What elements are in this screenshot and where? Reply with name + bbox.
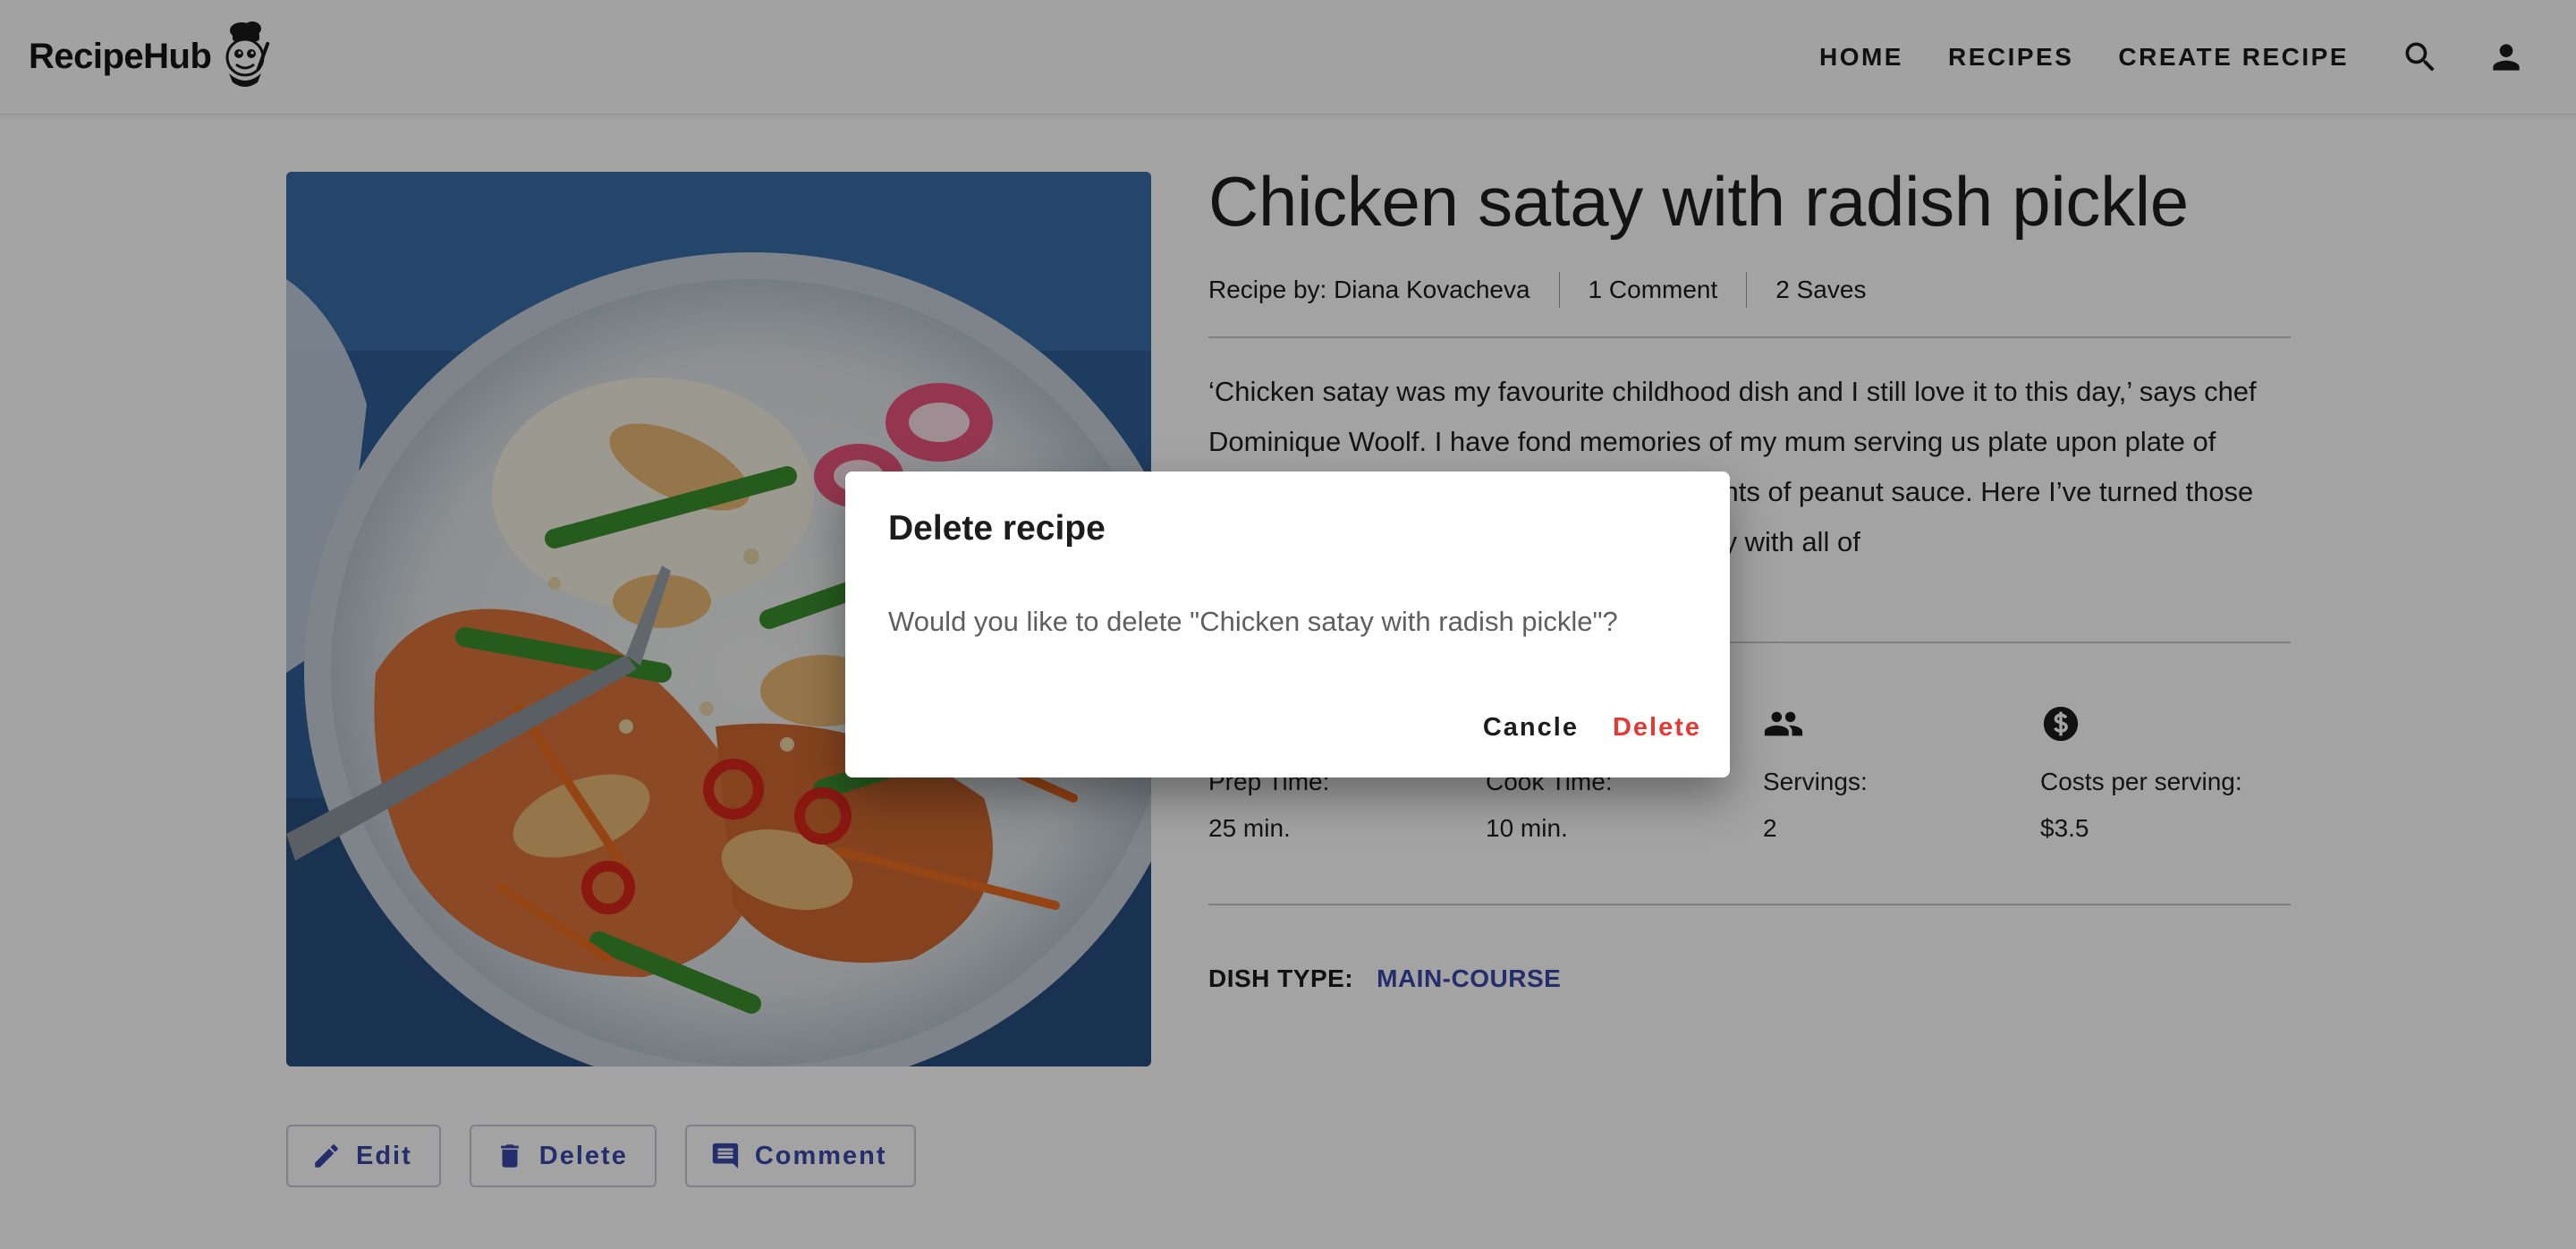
confirm-delete-button[interactable]: Delete — [1613, 713, 1701, 743]
cancel-button[interactable]: Cancle — [1483, 713, 1579, 743]
dialog-title: Delete recipe — [888, 509, 1106, 548]
delete-recipe-dialog: Delete recipe Would you like to delete "… — [845, 472, 1730, 777]
dialog-message: Would you like to delete "Chicken satay … — [888, 606, 1618, 637]
dialog-actions: Cancle Delete — [1449, 713, 1701, 743]
